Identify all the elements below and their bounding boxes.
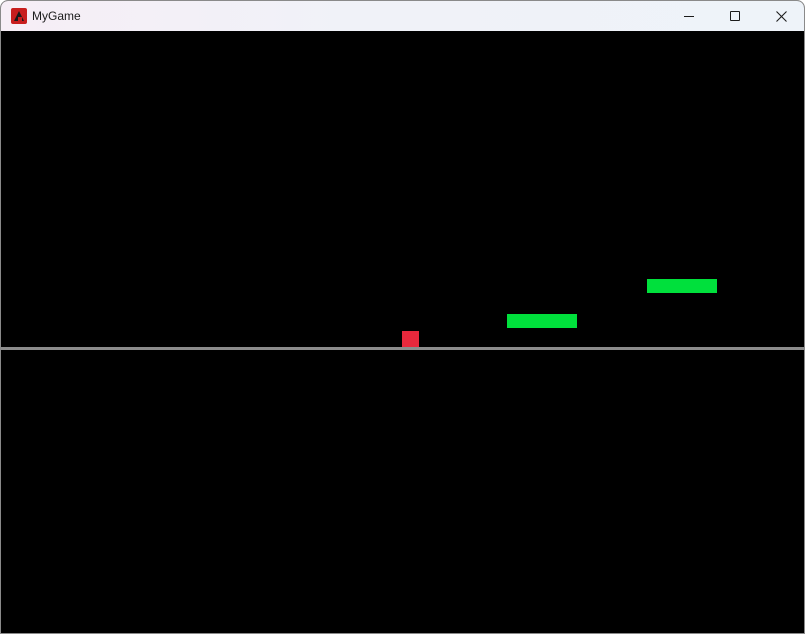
game-canvas[interactable]: [1, 31, 804, 633]
minimize-icon: [684, 15, 694, 17]
game-window: MyGame: [0, 0, 805, 634]
maximize-button[interactable]: [712, 1, 758, 31]
platform-high: [647, 279, 717, 293]
close-icon: [775, 10, 787, 22]
ground-line: [1, 347, 804, 350]
maximize-icon: [730, 11, 740, 21]
player-block: [402, 331, 419, 347]
minimize-button[interactable]: [666, 1, 712, 31]
title-bar[interactable]: MyGame: [1, 1, 804, 31]
app-icon: [11, 8, 27, 24]
close-button[interactable]: [758, 1, 804, 31]
platform-low: [507, 314, 577, 328]
window-title: MyGame: [32, 9, 81, 23]
